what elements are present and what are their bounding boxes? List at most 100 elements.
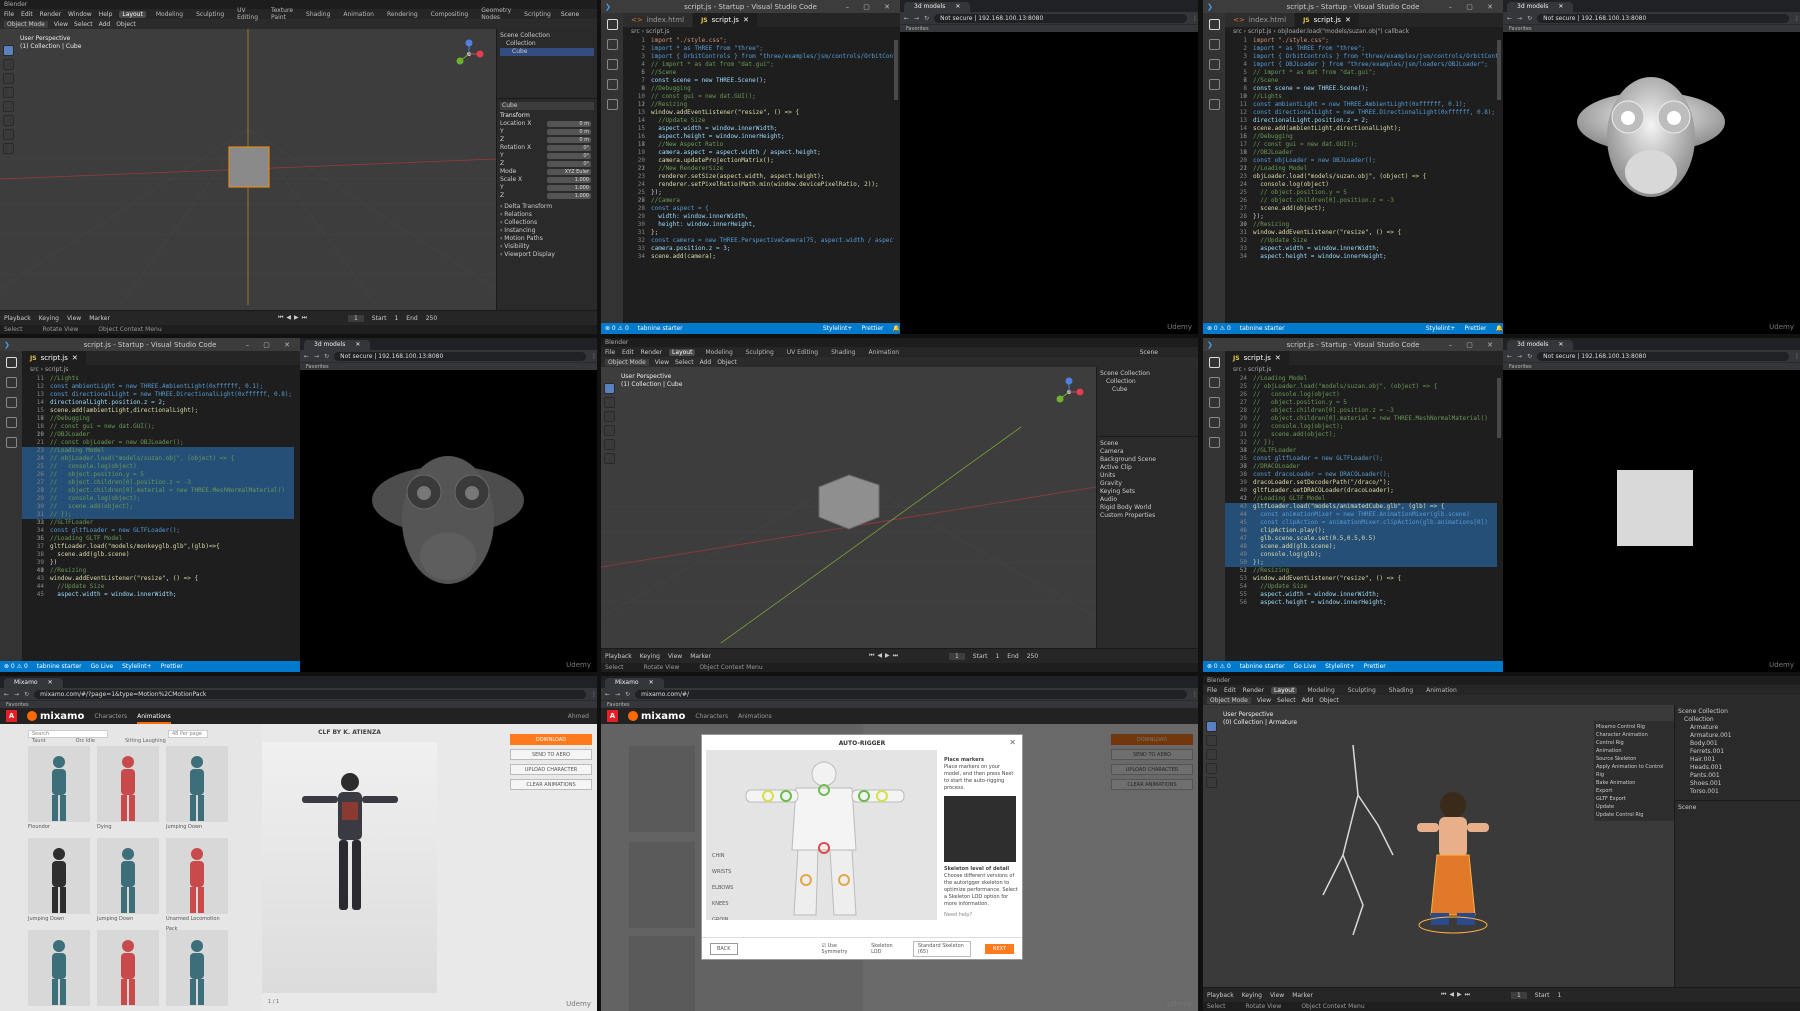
animation-card[interactable] [166, 930, 228, 1011]
reload-icon[interactable]: ↻ [625, 691, 630, 698]
clear-animations-button[interactable]: CLEAR ANIMATIONS [510, 779, 592, 790]
rig-panel-item[interactable]: Source Skeleton [1596, 755, 1672, 763]
code-line[interactable]: 44 const animationMixer = new THREE.Anim… [1225, 511, 1497, 519]
code-line[interactable]: 11 //Lights [22, 375, 294, 383]
transform-value[interactable]: 1.000 [547, 177, 591, 183]
code-line[interactable]: 43 gltfLoader.load("models/animatedCube.g… [1225, 503, 1497, 511]
extensions-icon[interactable] [1208, 437, 1220, 448]
code-line[interactable]: 38 scene.add(glb.scene) [22, 551, 294, 559]
outliner-item[interactable]: Shoes.001 [1678, 780, 1797, 788]
scene-property-row[interactable]: Rigid Body World [1100, 504, 1195, 512]
property-section[interactable]: › Relations [500, 211, 594, 219]
code-line[interactable]: 35 const gltfLoader = new GLTFLoader(); [1225, 455, 1497, 463]
outliner-item[interactable]: Body.001 [1678, 740, 1797, 748]
mode-dropdown[interactable]: Object Mode [1207, 696, 1251, 704]
current-frame[interactable]: 1 [948, 652, 965, 660]
code-line[interactable]: 3 import { OrbitControls } from "three/ex… [1225, 53, 1497, 61]
close-icon[interactable]: ✕ [72, 354, 78, 362]
rig-panel-item[interactable]: GLTF Export [1596, 795, 1672, 803]
tl-playback[interactable]: Playback [4, 315, 31, 322]
menu-render[interactable]: Render [641, 349, 662, 356]
mode-dropdown[interactable]: Object Mode [605, 358, 649, 366]
breadcrumb-folder[interactable]: src [1233, 366, 1242, 373]
cursor-tool-icon[interactable] [3, 59, 14, 70]
transform-value[interactable]: 0° [547, 153, 591, 159]
forward-icon[interactable]: → [1517, 353, 1522, 360]
nav-animations[interactable]: Animations [137, 712, 171, 724]
menu-file[interactable]: File [4, 11, 14, 18]
code-line[interactable]: 27 //Camera [623, 197, 894, 205]
code-line[interactable]: 11 const ambientLight = new THREE.Ambient… [1225, 101, 1497, 109]
outliner-item[interactable]: Torso.001 [1678, 788, 1797, 796]
cursor-tool-icon[interactable] [1206, 735, 1217, 746]
code-line[interactable]: 29 // console.log(object); [22, 495, 294, 503]
code-line[interactable]: 10 // const gui = new dat.GUI(); [623, 93, 894, 101]
tabnine-status[interactable]: tabnine starter [1240, 663, 1285, 670]
code-line[interactable]: 13 const directionalLight = new THREE.Dir… [22, 391, 294, 399]
menu-icon[interactable]: ⋮ [1794, 15, 1800, 22]
vp-menu-select[interactable]: Select [74, 21, 93, 28]
workspace-tab-texture[interactable]: Texture Paint [268, 7, 296, 21]
select-box-tool-icon[interactable] [1206, 721, 1217, 732]
source-control-icon[interactable] [1208, 59, 1220, 70]
browser-canvas[interactable] [1503, 370, 1800, 672]
tabnine-status[interactable]: tabnine starter [1240, 325, 1285, 332]
breadcrumb-file[interactable]: script.js [45, 366, 68, 373]
tl-view[interactable]: View [67, 315, 81, 322]
breadcrumb-folder[interactable]: src [631, 28, 640, 35]
address-bar[interactable]: mixamo.com/#/ [635, 689, 1187, 699]
transform-value[interactable]: 0 m [547, 121, 591, 127]
tab-script-js[interactable]: JS script.js ✕ [693, 13, 758, 27]
scene-property-row[interactable]: Background Scene [1100, 456, 1195, 464]
back-icon[interactable]: ← [1507, 15, 1512, 22]
go-live-button[interactable]: Go Live [1294, 663, 1316, 670]
code-line[interactable]: 12 //Resizing [623, 101, 894, 109]
scale-tool-icon[interactable] [604, 439, 615, 450]
breadcrumb-file[interactable]: script.js [1248, 366, 1271, 373]
code-line[interactable]: 32 // }); [1225, 439, 1497, 447]
code-line[interactable]: 30 // scene.add(object); [22, 503, 294, 511]
browser-canvas[interactable] [300, 370, 597, 672]
download-button[interactable]: DOWNLOAD [510, 734, 592, 745]
need-help-link[interactable]: Need help? [944, 912, 1018, 919]
code-line[interactable]: 55 aspect.width = window.innerWidth; [1225, 591, 1497, 599]
code-line[interactable]: 56 aspect.height = window.innerHeight; [1225, 599, 1497, 607]
tl-view[interactable]: View [668, 653, 682, 660]
browser-tab[interactable]: 3d models ✕ [1507, 340, 1574, 350]
code-line[interactable]: 49 console.log(glb); [1225, 551, 1497, 559]
rotate-tool-icon[interactable] [3, 87, 14, 98]
problems-indicator[interactable]: ⊗ 0 ⚠ 0 [1207, 663, 1231, 670]
reload-icon[interactable]: ↻ [1527, 353, 1532, 360]
workspace-tab-sculpting[interactable]: Sculpting [1345, 687, 1379, 694]
code-line[interactable]: 2 import * as THREE from "three"; [623, 45, 894, 53]
code-line[interactable]: 6 //Scene [623, 69, 894, 77]
tabnine-status[interactable]: tabnine starter [638, 325, 683, 332]
code-line[interactable]: 26 // object.children[0].position.z = -3 [1225, 197, 1497, 205]
tab-script-js[interactable]: JS script.js ✕ [22, 351, 87, 365]
code-line[interactable]: 34 aspect.height = window.innerHeight; [1225, 253, 1497, 261]
armature-bones[interactable] [1322, 744, 1394, 936]
explorer-icon[interactable] [5, 357, 17, 368]
back-icon[interactable]: ← [904, 15, 909, 22]
code-line[interactable]: 31}; [623, 229, 894, 237]
forward-icon[interactable]: → [615, 691, 620, 698]
nav-characters[interactable]: Characters [695, 713, 728, 720]
section-label[interactable]: Scene [1678, 804, 1696, 812]
workspace-tab-modeling[interactable]: Modeling [153, 11, 186, 18]
code-editor[interactable]: 24 //Loading Model 25 // objLoader.load("mo… [1225, 375, 1497, 661]
move-tool-icon[interactable] [604, 411, 615, 422]
3d-viewport[interactable]: User Perspective (1) Collection | Cube [601, 367, 1096, 648]
code-line[interactable]: 30 height: window.innerHeight, [623, 221, 894, 229]
workspace-tab-animation[interactable]: Animation [1423, 687, 1460, 694]
code-line[interactable]: 3 import { OrbitControls } from "three/ex… [623, 53, 894, 61]
back-icon[interactable]: ← [1507, 353, 1512, 360]
scene-property-row[interactable]: Active Clip [1100, 464, 1195, 472]
workspace-tab-rendering[interactable]: Rendering [384, 11, 421, 18]
problems-indicator[interactable]: ⊗ 0 ⚠ 0 [605, 325, 629, 332]
menu-icon[interactable]: ⋮ [1192, 691, 1198, 698]
tl-playback[interactable]: Playback [605, 653, 632, 660]
breadcrumb-symbol[interactable]: objloader.load("models/suzan.obj") callb… [1278, 28, 1409, 35]
code-line[interactable]: 31 window.addEventListener("resize", () =… [1225, 229, 1497, 237]
scene-property-row[interactable]: Keying Sets [1100, 488, 1195, 496]
stylelint-status[interactable]: Stylelint+ [1325, 663, 1355, 670]
